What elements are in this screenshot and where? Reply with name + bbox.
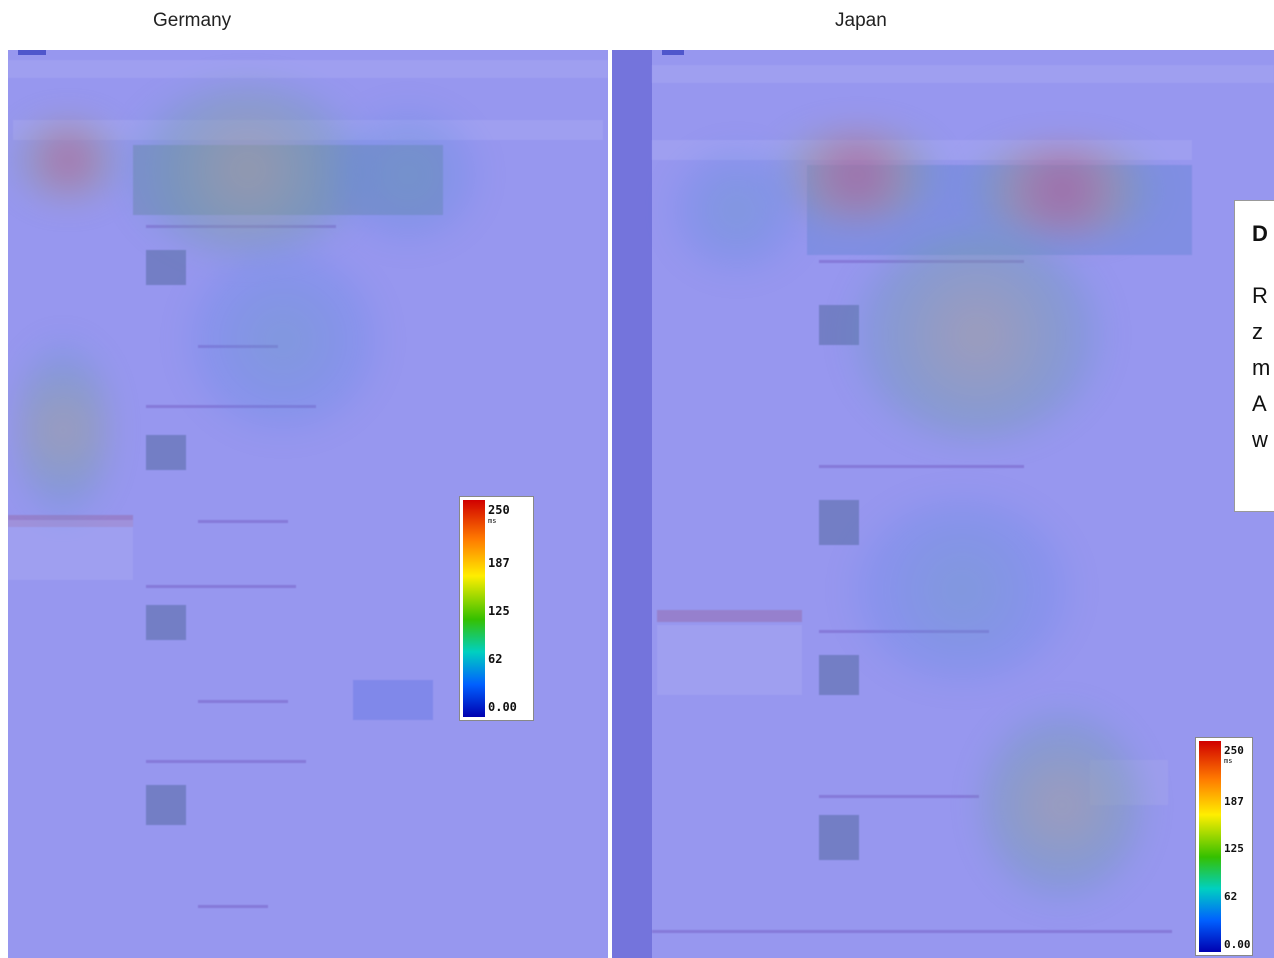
- callout-line: R: [1252, 283, 1268, 308]
- legend-tick: 125: [488, 604, 510, 618]
- heat-legend-germany: 250 ms 187 125 62 0.00: [459, 496, 534, 721]
- label-japan: Japan: [835, 10, 887, 31]
- legend-tick: 0.00: [1224, 938, 1251, 951]
- callout-line: m: [1252, 355, 1271, 380]
- legend-tick: 250 ms: [488, 503, 510, 525]
- legend-tick: 187: [1224, 795, 1244, 808]
- callout-line: A: [1252, 391, 1267, 416]
- heat-legend-japan: 250 ms 187 125 62 0.00: [1195, 737, 1253, 956]
- callout-line: w: [1252, 427, 1268, 452]
- callout-line: z: [1252, 319, 1263, 344]
- legend-tick: 125: [1224, 842, 1244, 855]
- legend-tick: 62: [1224, 890, 1238, 903]
- heatmap-panel-japan: [612, 50, 1274, 958]
- legend-tick: 250 ms: [1224, 744, 1244, 765]
- legend-tick: 62: [488, 652, 503, 666]
- description-callout: D R z m A w: [1234, 200, 1274, 512]
- legend-tick: 187: [488, 556, 510, 570]
- label-germany: Germany: [153, 10, 232, 31]
- legend-tick: 0.00: [488, 700, 517, 714]
- callout-title: D: [1252, 221, 1268, 246]
